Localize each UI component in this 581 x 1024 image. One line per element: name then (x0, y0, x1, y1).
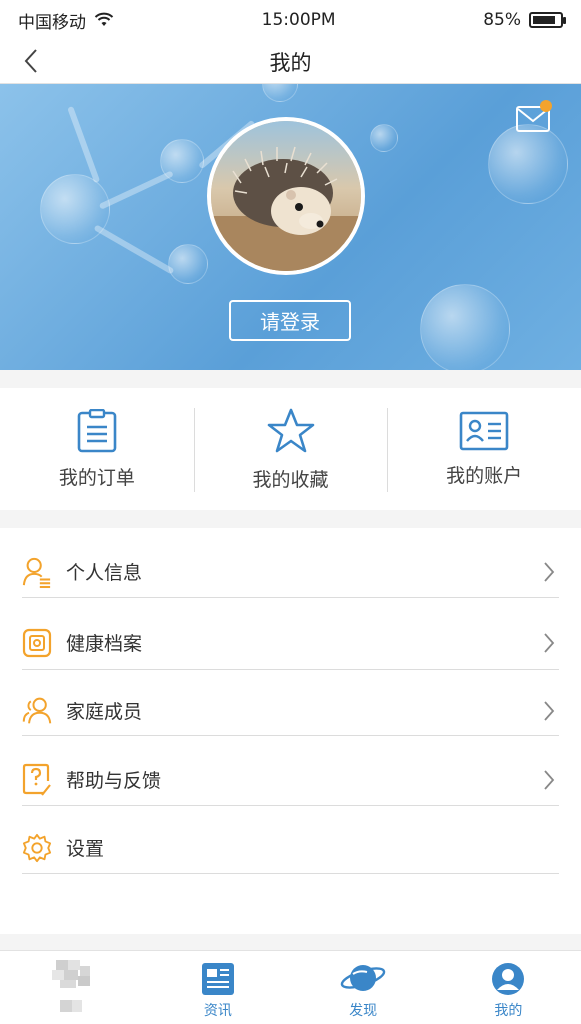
profile-header: 请登录 (0, 84, 581, 370)
carrier-label: 中国移动 (18, 12, 86, 33)
help-icon (22, 763, 52, 797)
menu-item-help-feedback[interactable]: 帮助与反馈 (22, 754, 559, 806)
menu-item-personal-info[interactable]: 个人信息 (22, 546, 559, 598)
quick-actions: 我的订单 我的收藏 我的账户 (0, 388, 581, 510)
tab-mine[interactable]: 我的 (436, 951, 581, 1024)
status-bar: 中国移动 15:00PM 85% (0, 0, 581, 40)
id-card-icon (459, 411, 509, 450)
chevron-right-icon (539, 560, 559, 584)
nav-bar: 我的 (0, 40, 581, 84)
tab-label: 我的 (494, 1003, 523, 1019)
avatar[interactable] (207, 117, 365, 275)
profile-icon (492, 963, 525, 995)
my-account-button[interactable]: 我的账户 (387, 388, 581, 510)
menu-item-label: 帮助与反馈 (66, 770, 162, 792)
clipboard-icon (77, 408, 117, 452)
menu-item-label: 家庭成员 (66, 701, 143, 723)
tab-label: 资讯 (203, 1003, 232, 1019)
tab-bar: 资讯 发现 我的 (0, 950, 581, 1024)
molecule-bond (98, 170, 174, 210)
unread-badge (540, 100, 552, 112)
back-button[interactable] (16, 46, 46, 76)
menu-item-settings[interactable]: 设置 (22, 822, 559, 874)
menu-item-label: 设置 (66, 838, 105, 860)
wifi-icon (94, 12, 114, 26)
tab-label: 发现 (349, 1003, 378, 1019)
my-orders-button[interactable]: 我的订单 (0, 388, 194, 510)
family-icon (22, 694, 52, 728)
tab-home[interactable] (0, 951, 145, 1024)
login-button[interactable]: 请登录 (229, 300, 351, 341)
chevron-right-icon (539, 699, 559, 723)
mail-button[interactable] (516, 100, 556, 136)
molecule-bubble (262, 84, 298, 102)
molecule-bubble (420, 284, 510, 370)
home-icon (51, 960, 90, 1012)
tab-news[interactable]: 资讯 (145, 951, 290, 1024)
person-icon (22, 555, 52, 589)
menu-item-label: 个人信息 (66, 562, 143, 584)
battery-percent: 85% (483, 10, 521, 30)
molecule-bubble (370, 124, 398, 152)
chevron-right-icon (539, 768, 559, 792)
tab-discover[interactable]: 发现 (291, 951, 436, 1024)
gear-icon (22, 831, 52, 865)
chevron-right-icon (539, 631, 559, 655)
menu-item-health-records[interactable]: 健康档案 (22, 616, 559, 670)
chevron-left-icon (24, 49, 37, 73)
settings-menu: 个人信息 健康档案 家庭成员 帮助与反馈 设置 (0, 528, 581, 934)
hedgehog-photo (211, 121, 361, 271)
molecule-bubble (488, 124, 568, 204)
clock: 15:00PM (261, 10, 336, 30)
health-file-icon (22, 626, 52, 660)
news-icon (201, 963, 234, 995)
star-icon (267, 408, 314, 452)
page-title: 我的 (269, 50, 312, 75)
my-favorites-button[interactable]: 我的收藏 (193, 388, 388, 510)
my-account-label: 我的账户 (446, 464, 523, 487)
molecule-bubble (168, 244, 208, 284)
my-orders-label: 我的订单 (58, 466, 135, 489)
battery-icon (529, 12, 566, 28)
planet-icon (340, 965, 386, 991)
menu-item-label: 健康档案 (66, 633, 143, 655)
menu-item-family-members[interactable]: 家庭成员 (22, 686, 559, 736)
my-favorites-label: 我的收藏 (252, 468, 329, 491)
molecule-bond (67, 105, 101, 184)
molecule-bond (93, 224, 175, 275)
